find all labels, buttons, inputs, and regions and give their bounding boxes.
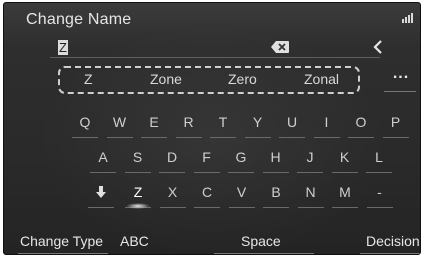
- suggestion-item[interactable]: Zone: [150, 71, 182, 87]
- change-type-button[interactable]: Change Type: [20, 233, 103, 249]
- key-h[interactable]: H: [263, 146, 289, 168]
- signal-strength-icon: [402, 11, 416, 23]
- suggestion-item[interactable]: Z: [84, 71, 93, 87]
- key-underline: [106, 137, 133, 138]
- key-underline: [313, 137, 340, 138]
- key-underline: [194, 207, 220, 208]
- key-underline: [348, 137, 374, 138]
- more-suggestions-button[interactable]: ...: [386, 65, 416, 87]
- key-underline: [297, 207, 324, 208]
- key-underline: [72, 137, 98, 138]
- key-i[interactable]: I: [314, 111, 340, 133]
- decision-button[interactable]: Decision: [366, 233, 420, 249]
- key-underline: [332, 207, 358, 208]
- key-u[interactable]: U: [279, 111, 305, 133]
- key-underline: [159, 172, 185, 173]
- key-underline: [279, 137, 305, 138]
- key-l[interactable]: L: [366, 146, 392, 168]
- more-underline: [384, 91, 416, 92]
- key-underline: [228, 207, 255, 208]
- key-underline: [382, 137, 409, 138]
- key-underline: [88, 207, 114, 208]
- key-underline: [331, 172, 358, 173]
- key-r[interactable]: R: [176, 111, 202, 133]
- key-hyphen[interactable]: -: [367, 181, 393, 203]
- key-e[interactable]: E: [141, 111, 167, 133]
- key-underline: [262, 172, 289, 173]
- key-s[interactable]: S: [125, 146, 151, 168]
- change-type-underline: [18, 253, 108, 254]
- key-underline: [228, 172, 254, 173]
- space-button[interactable]: Space: [241, 233, 281, 249]
- key-a[interactable]: A: [90, 146, 116, 168]
- key-m[interactable]: M: [332, 181, 358, 203]
- space-underline: [214, 253, 314, 254]
- key-underline: [175, 137, 202, 138]
- bottom-bar: Change Type ABC Space Decision: [4, 229, 420, 254]
- key-o[interactable]: O: [348, 111, 374, 133]
- name-input-value: Z: [58, 40, 68, 55]
- key-underline: [244, 137, 271, 138]
- key-y[interactable]: Y: [245, 111, 271, 133]
- key-z[interactable]: Z: [125, 181, 151, 203]
- abc-mode-button[interactable]: ABC: [120, 233, 149, 249]
- name-input-field[interactable]: Z: [50, 39, 380, 58]
- back-chevron-icon[interactable]: [370, 39, 388, 55]
- key-x[interactable]: X: [160, 181, 186, 203]
- key-k[interactable]: K: [332, 146, 358, 168]
- key-c[interactable]: C: [194, 181, 220, 203]
- key-underline: [366, 172, 392, 173]
- key-w[interactable]: W: [107, 111, 133, 133]
- active-key-glow: [126, 203, 150, 209]
- key-n[interactable]: N: [298, 181, 324, 203]
- key-q[interactable]: Q: [72, 111, 98, 133]
- suggestion-bar: Z Zone Zero Zonal: [58, 66, 360, 94]
- key-d[interactable]: D: [159, 146, 185, 168]
- shift-down-arrow-icon[interactable]: [88, 181, 114, 203]
- key-b[interactable]: B: [263, 181, 289, 203]
- key-underline: [366, 207, 393, 208]
- suggestion-item[interactable]: Zonal: [304, 71, 339, 87]
- key-underline: [210, 137, 236, 138]
- key-v[interactable]: V: [229, 181, 255, 203]
- keyboard-screen: Change Name Z Z Zone Zero Zonal ... QWERTYU…: [3, 2, 421, 255]
- key-f[interactable]: F: [194, 146, 220, 168]
- key-p[interactable]: P: [383, 111, 409, 133]
- key-t[interactable]: T: [210, 111, 236, 133]
- key-j[interactable]: J: [297, 146, 323, 168]
- page-title: Change Name: [26, 11, 132, 28]
- decision-underline: [360, 253, 420, 254]
- key-underline: [124, 172, 151, 173]
- suggestion-item[interactable]: Zero: [228, 71, 257, 87]
- key-underline: [263, 207, 289, 208]
- key-underline: [159, 207, 186, 208]
- key-underline: [141, 137, 167, 138]
- key-g[interactable]: G: [228, 146, 254, 168]
- key-underline: [297, 172, 323, 173]
- key-underline: [193, 172, 220, 173]
- key-underline: [90, 172, 116, 173]
- backspace-icon[interactable]: [270, 40, 290, 54]
